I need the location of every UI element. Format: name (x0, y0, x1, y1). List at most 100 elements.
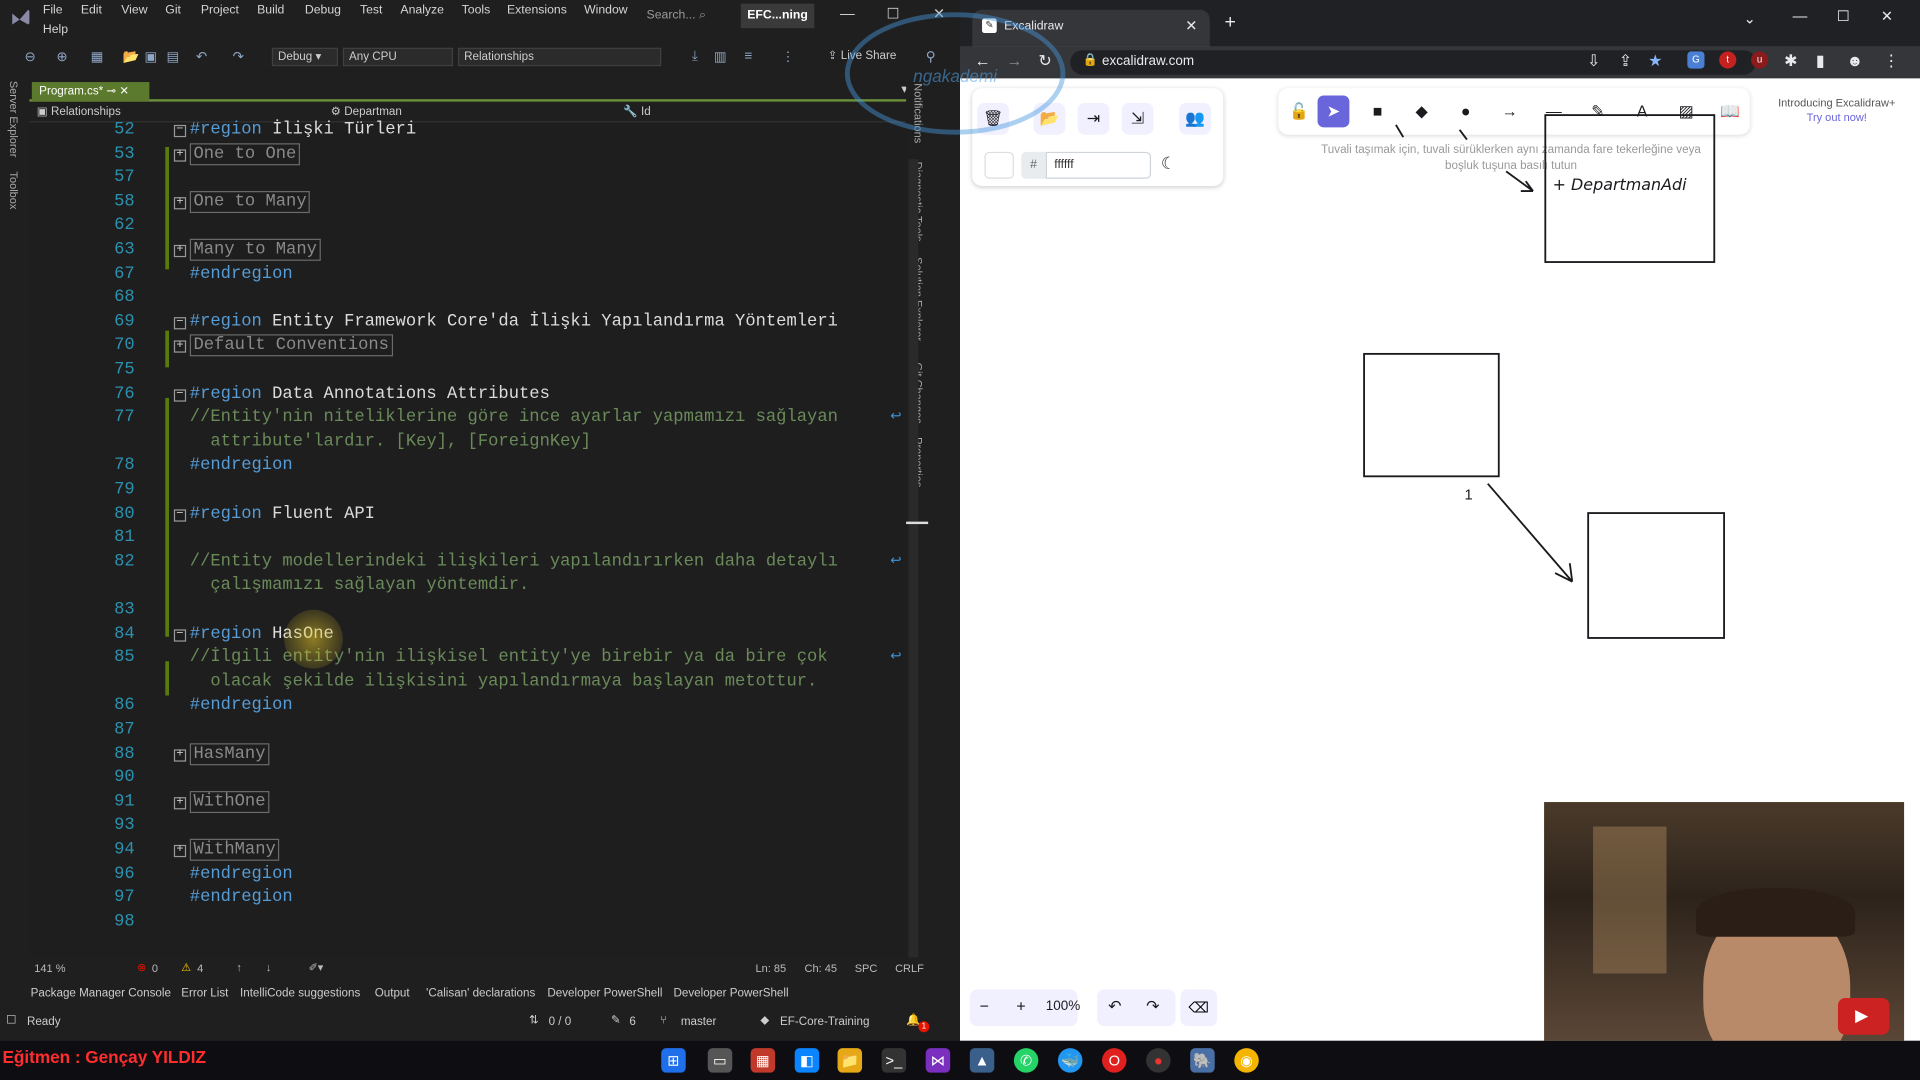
code-line[interactable]: 90 (29, 768, 906, 792)
edit-count[interactable]: 6 (629, 1015, 635, 1028)
config-dropdown[interactable]: Debug ▾ (271, 47, 338, 67)
code-line[interactable]: 63 + Many to Many (29, 238, 906, 264)
pin-icon[interactable]: ⊸ (106, 84, 116, 97)
code-line[interactable]: 82 //Entity modellerindeki ilişkileri yap… (29, 552, 906, 576)
extension-t-icon[interactable]: t (1719, 51, 1737, 69)
menu-test[interactable]: Test (360, 4, 382, 17)
code-line[interactable]: 91 + WithOne (29, 790, 906, 816)
new-tab-icon[interactable]: + (1224, 12, 1235, 34)
tab-package-manager-console[interactable]: Package Manager Console (31, 987, 171, 1000)
menu-git[interactable]: Git (165, 4, 181, 17)
bookmark-star-icon[interactable]: ★ (1648, 51, 1662, 71)
expand-region-icon[interactable]: + (173, 796, 187, 810)
menu-view[interactable]: View (121, 4, 147, 17)
whatsapp-icon[interactable]: ✆ (1013, 1048, 1039, 1073)
profile-avatar-icon[interactable]: ☻ (1847, 51, 1864, 69)
code-line[interactable]: 86 #endregion (29, 696, 906, 720)
code-line[interactable]: 70 + Default Conventions (29, 334, 906, 360)
whitespace-mode[interactable]: SPC (855, 962, 878, 974)
code-line[interactable]: 97 #endregion (29, 888, 906, 912)
cleanup-icon[interactable]: ✐▾ (309, 961, 324, 974)
collapsed-region-label[interactable]: Many to Many (189, 238, 321, 261)
menu-analyze[interactable]: Analyze (400, 4, 444, 17)
code-line[interactable]: çalışmamızı sağlayan yöntemdir. (29, 576, 906, 600)
code-line[interactable]: 88 + HasMany (29, 742, 906, 768)
app-icon[interactable]: ▦ (750, 1048, 776, 1073)
new-project-icon[interactable]: ▦ (91, 49, 104, 65)
close-icon[interactable]: ✕ (1881, 7, 1893, 24)
menu-help[interactable]: Help (43, 23, 68, 36)
code-line[interactable]: 81 (29, 528, 906, 552)
tab-close-icon[interactable]: ✕ (119, 84, 129, 97)
maximize-icon[interactable]: ☐ (887, 5, 900, 22)
share-icon[interactable]: ⇪ (1619, 51, 1632, 71)
layout-icon[interactable]: ▥ (714, 49, 727, 65)
collapse-region-icon[interactable]: − (173, 124, 187, 138)
code-line[interactable]: 94 + WithMany (29, 838, 906, 864)
save-icon[interactable]: ▣ (144, 49, 157, 65)
startup-project-dropdown[interactable]: Relationships (457, 47, 662, 67)
expand-region-icon[interactable]: + (173, 844, 187, 858)
recorder-icon[interactable]: ● (1146, 1048, 1171, 1073)
redo-icon[interactable]: ↷ (233, 49, 244, 65)
code-line[interactable]: 84−#region HasOne (29, 624, 906, 648)
code-line[interactable]: 85 //İlgili entity'nin ilişkisel entity'y… (29, 648, 906, 672)
taskview-icon[interactable]: ▭ (707, 1048, 733, 1073)
tab-error-list[interactable]: Error List (181, 987, 228, 1000)
undo-icon[interactable]: ↶ (196, 49, 207, 65)
tab-program-cs[interactable]: Program.cs* ⊸ ✕ (31, 82, 150, 102)
tab-developer-powershell-2[interactable]: Developer PowerShell (673, 987, 788, 1000)
collapsed-region-label[interactable]: WithMany (189, 838, 280, 861)
lock-icon[interactable]: 🔒 (1082, 54, 1097, 67)
code-line[interactable]: 69 − #region Entity Framework Core'da İliş… (29, 312, 906, 336)
vertical-scrollbar[interactable] (908, 159, 919, 968)
collapsed-region-label[interactable]: One to One (189, 142, 301, 165)
code-line[interactable]: 83 (29, 600, 906, 624)
save-all-icon[interactable]: ▤ (167, 49, 180, 65)
code-line[interactable]: 77 //Entity'nin niteliklerine göre ince a… (29, 408, 906, 432)
code-line[interactable]: 96 #endregion (29, 864, 906, 888)
zoom-level[interactable]: 141 % (34, 962, 65, 974)
opera-icon[interactable]: O (1102, 1048, 1127, 1073)
code-line[interactable]: 75 (29, 360, 906, 384)
zoom-percent[interactable]: 100% (1046, 999, 1080, 1014)
photos-icon[interactable]: ▲ (969, 1048, 995, 1073)
side-panel-icon[interactable]: ▮ (1816, 51, 1825, 71)
tab-search-icon[interactable]: ⌄ (1744, 10, 1756, 27)
collapse-region-icon[interactable]: − (173, 316, 187, 330)
code-line[interactable]: 67 #endregion (29, 264, 906, 288)
pencil-icon[interactable]: ✎ (611, 1014, 621, 1027)
expand-region-icon[interactable]: + (173, 340, 187, 354)
code-line[interactable]: 80 − #region Fluent API (29, 504, 906, 528)
back-nav-icon[interactable]: ⊖ (24, 49, 35, 65)
collapsed-region-label[interactable]: HasMany (189, 742, 270, 765)
zoom-out-icon[interactable]: − (980, 997, 989, 1015)
install-icon[interactable]: ⇩ (1587, 51, 1600, 71)
collapsed-region-label[interactable]: One to Many (189, 190, 311, 213)
tab-output[interactable]: Output (375, 987, 410, 1000)
branch-icon[interactable]: ⑂ (660, 1014, 667, 1027)
menu-debug[interactable]: Debug (305, 4, 341, 17)
code-line[interactable]: 93 (29, 816, 906, 840)
translate-extension-icon[interactable]: G (1687, 51, 1705, 69)
menu-extensions[interactable]: Extensions (507, 4, 567, 17)
menu-tools[interactable]: Tools (462, 4, 491, 17)
visual-studio-icon[interactable]: ⋈ (925, 1048, 951, 1073)
code-line[interactable]: attribute'lardır. [Key], [ForeignKey] (29, 432, 906, 456)
menu-project[interactable]: Project (201, 4, 239, 17)
comment-icon[interactable]: ≡ (744, 49, 752, 64)
code-line[interactable]: 58 + One to Many (29, 190, 906, 216)
platform-dropdown[interactable]: Any CPU (342, 47, 454, 67)
tab-close-icon[interactable]: ✕ (1185, 17, 1197, 34)
sync-icon[interactable]: ⇅ (529, 1014, 539, 1027)
docker-icon[interactable]: 🐳 (1057, 1048, 1083, 1073)
field-departmanadi[interactable]: + DepartmanAdi (1553, 176, 1687, 194)
minimize-icon[interactable]: — (1793, 7, 1808, 24)
cardinality-label[interactable]: 1 (1464, 486, 1472, 503)
code-line[interactable]: 98 (29, 912, 906, 936)
menu-file[interactable]: File (43, 4, 63, 17)
collapse-region-icon[interactable]: − (173, 508, 187, 522)
code-line[interactable]: olacak şekilde ilişkisini yapılandırmaya… (29, 672, 906, 696)
code-line[interactable]: 76 − #region Data Annotations Attributes (29, 384, 906, 408)
collapse-region-icon[interactable]: − (173, 388, 187, 402)
